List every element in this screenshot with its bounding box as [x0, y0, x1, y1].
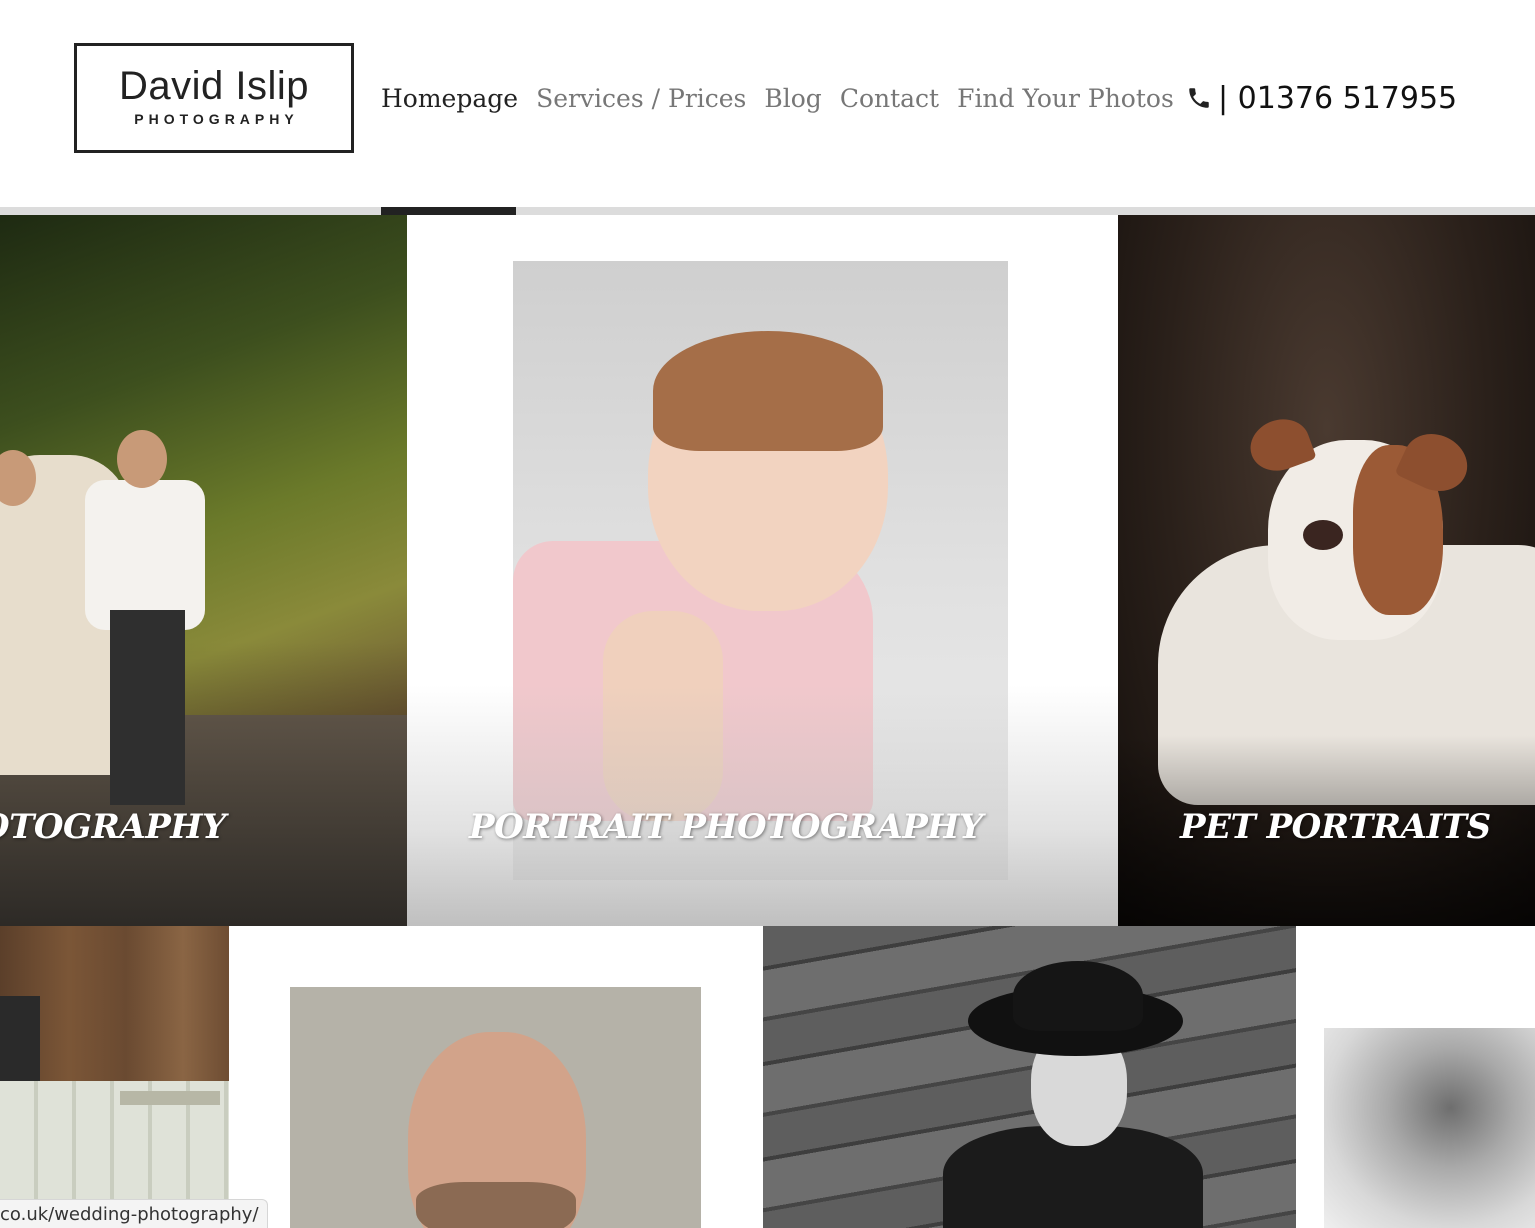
- site-header: David Islip PHOTOGRAPHY Homepage Service…: [0, 0, 1535, 207]
- nav-underline-bar: [0, 207, 1535, 215]
- pet-portraits-tile[interactable]: PET PORTRAITS: [1118, 215, 1535, 926]
- interior-label-image: [120, 1091, 220, 1105]
- pet-caption: PET PORTRAITS: [1180, 807, 1491, 847]
- status-bar-url: co.uk/wedding-photography/: [0, 1199, 268, 1228]
- portrait-fade-overlay: [407, 685, 1118, 926]
- nav-item-find-your-photos[interactable]: Find Your Photos: [957, 80, 1174, 120]
- fashion-portrait-tile[interactable]: [763, 926, 1296, 1228]
- wedding-groom-image: [85, 480, 205, 630]
- sky-landscape-tile[interactable]: [1324, 1028, 1535, 1228]
- logo-subtitle: PHOTOGRAPHY: [134, 111, 299, 127]
- wedding-groom-legs-image: [110, 610, 185, 805]
- woman-hat-top-image: [1013, 961, 1143, 1031]
- nav-item-contact[interactable]: Contact: [840, 80, 939, 120]
- nav-item-services-prices[interactable]: Services / Prices: [536, 80, 746, 120]
- logo[interactable]: David Islip PHOTOGRAPHY: [74, 43, 354, 153]
- wedding-caption: OTOGRAPHY: [0, 807, 226, 847]
- headshot-tile[interactable]: [290, 987, 701, 1228]
- wedding-photography-tile[interactable]: OTOGRAPHY: [0, 215, 407, 926]
- phone-icon: [1189, 88, 1209, 108]
- nav-item-homepage[interactable]: Homepage: [381, 80, 518, 120]
- main-nav: Homepage Services / Prices Blog Contact …: [381, 80, 1174, 120]
- man-beard-image: [416, 1182, 576, 1228]
- baby-hair-image: [653, 331, 883, 451]
- logo-name: David Islip: [118, 64, 309, 108]
- wedding-groom-head-image: [117, 430, 167, 488]
- phone-contact[interactable]: | 01376 517955: [1186, 78, 1457, 118]
- portrait-photography-tile[interactable]: PORTRAIT PHOTOGRAPHY: [407, 215, 1118, 926]
- portrait-caption: PORTRAIT PHOTOGRAPHY: [469, 807, 983, 847]
- dog-nose-image: [1303, 520, 1343, 550]
- nav-active-indicator: [381, 207, 516, 215]
- interior-samples-tile[interactable]: [0, 926, 229, 1228]
- phone-number: | 01376 517955: [1218, 80, 1458, 116]
- nav-item-blog[interactable]: Blog: [764, 80, 821, 120]
